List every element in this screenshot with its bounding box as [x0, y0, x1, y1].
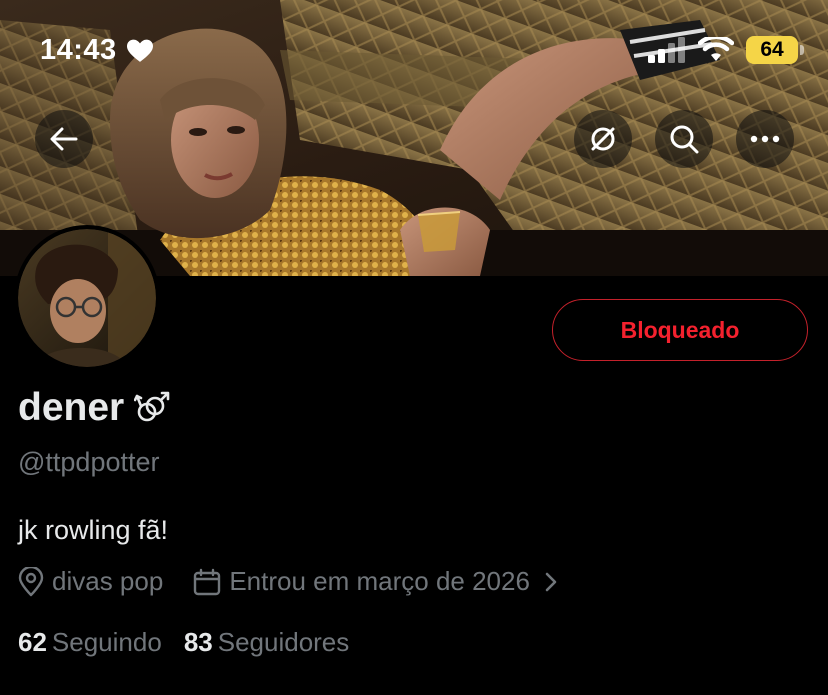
profile-follow-stats: 62 Seguindo 83 Seguidores [18, 627, 349, 658]
more-icon [750, 135, 780, 143]
more-button[interactable] [736, 110, 794, 168]
profile-location: divas pop [18, 566, 163, 597]
blocked-button-label: Bloqueado [620, 316, 740, 343]
followers-link[interactable]: 83 Seguidores [184, 627, 349, 658]
profile-handle: @ttpdpotter [18, 447, 160, 477]
translate-slash-icon [591, 127, 615, 151]
search-button[interactable] [655, 110, 713, 168]
male-symbol-icon [134, 391, 170, 422]
profile-joined-date[interactable]: Entrou em março de 2026 [193, 566, 558, 597]
profile-avatar[interactable] [14, 225, 160, 371]
display-name-text: dener [18, 386, 125, 429]
following-label: Seguindo [51, 627, 162, 657]
status-time: 14:43 [40, 34, 153, 67]
following-count: 62 [18, 627, 47, 657]
heart-icon [126, 39, 153, 62]
calendar-icon [194, 568, 221, 595]
profile-bio: jk rowling fã! [18, 515, 169, 545]
following-link[interactable]: 62 Seguindo [18, 627, 162, 658]
wifi-icon [698, 37, 734, 61]
blocked-button[interactable]: Bloqueado [552, 299, 808, 361]
back-button[interactable] [35, 110, 93, 168]
search-icon [670, 125, 699, 154]
back-arrow-icon [50, 127, 78, 151]
location-pin-icon [18, 566, 44, 596]
joined-text: Entrou em março de 2026 [229, 566, 530, 596]
signal-icon [648, 37, 685, 63]
followers-count: 83 [183, 627, 213, 657]
avatar-photo [18, 229, 156, 367]
profile-meta: divas pop Entrou em março de 2026 [18, 566, 558, 597]
location-text: divas pop [52, 566, 164, 596]
status-time-text: 14:43 [40, 34, 117, 66]
battery-indicator: 64 [746, 36, 804, 64]
status-indicators: 64 [648, 36, 804, 64]
chevron-right-icon [545, 572, 557, 591]
profile-display-name: dener [18, 386, 180, 430]
translate-button[interactable] [574, 110, 632, 168]
followers-label: Seguidores [217, 627, 350, 657]
battery-level: 64 [760, 38, 784, 61]
